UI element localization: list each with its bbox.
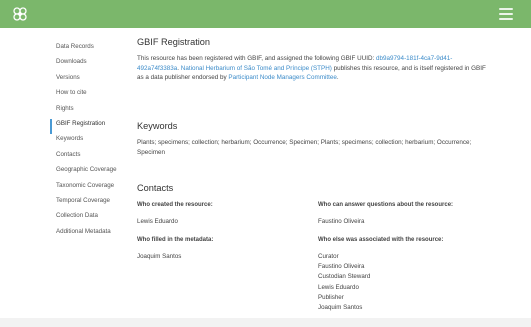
sidebar-item[interactable]: Data Records [50,42,130,57]
keywords-text: Plants; specimens; collection; herbarium… [137,139,472,156]
sidebar-item[interactable]: Contacts [50,150,130,165]
sidebar-item[interactable]: Geographic Coverage [50,165,130,180]
associated-list: Curator Faustino Oliveira Custodian Stewar… [318,252,370,313]
answer-label: Who can answer questions about the resou… [318,202,454,208]
created-list: Lewis Eduardo [137,217,178,227]
contact-entry: Joaquim Santos [318,304,363,312]
contact-entry: Publisher [318,293,344,301]
contact-entry: Lewis Eduardo [137,218,178,225]
menu-bar [499,8,513,10]
gbif-logo-icon[interactable] [12,6,28,22]
sidebar-item[interactable]: Additional Metadata [50,227,130,242]
hamburger-menu-icon[interactable] [499,8,513,20]
page: Data Records Downloads Versions How to cite… [0,0,531,327]
answer-list: Faustino Oliveira [318,217,364,227]
contact-entry: Curator [318,253,339,260]
filled-label: Who filled in the metadata: [137,237,214,243]
content-area: Data Records Downloads Versions How to cite… [0,28,531,318]
sidebar-navigation: Data Records Downloads Versions How to cite… [50,42,130,242]
menu-bar [499,18,513,20]
sidebar-item[interactable]: Collection Data [50,211,130,226]
sidebar-item[interactable]: Downloads [50,57,130,72]
contacts-heading: Contacts [137,183,174,193]
sidebar-item[interactable]: GBIF Registration [50,118,130,135]
menu-bar [499,13,513,15]
gbif-text-part: . [336,74,339,81]
associated-label: Who else was associated with the resourc… [318,237,444,243]
endorser-link[interactable]: Participant Node Managers Committee [228,74,337,81]
sidebar-item[interactable]: Keywords [50,134,130,149]
contact-entry: Lewis Eduardo [318,283,359,291]
keywords-heading: Keywords [137,121,178,131]
sidebar-item[interactable]: Rights [50,104,130,119]
gbif-text-part: This resource has been registered with G… [137,55,377,62]
sidebar-item[interactable]: How to cite [50,88,130,103]
sidebar-item[interactable]: Taxonomic Coverage [50,181,130,196]
top-navigation-bar [0,0,531,28]
publisher-link[interactable]: National Herbarium of São Tomé and Prínc… [181,65,332,72]
sidebar-item[interactable]: Temporal Coverage [50,196,130,211]
gbif-registration-heading: GBIF Registration [137,37,211,47]
contact-entry: Faustino Oliveira [318,263,365,271]
filled-list: Joaquim Santos [137,252,181,262]
sidebar-item[interactable]: Versions [50,73,130,88]
contact-entry: Faustino Oliveira [318,218,365,225]
created-label: Who created the resource: [137,202,213,208]
contact-entry: Custodian Steward [318,273,371,281]
contact-entry: Joaquim Santos [137,253,182,260]
gbif-registration-text: This resource has been registered with G… [137,54,489,83]
footer-strip [0,318,531,327]
